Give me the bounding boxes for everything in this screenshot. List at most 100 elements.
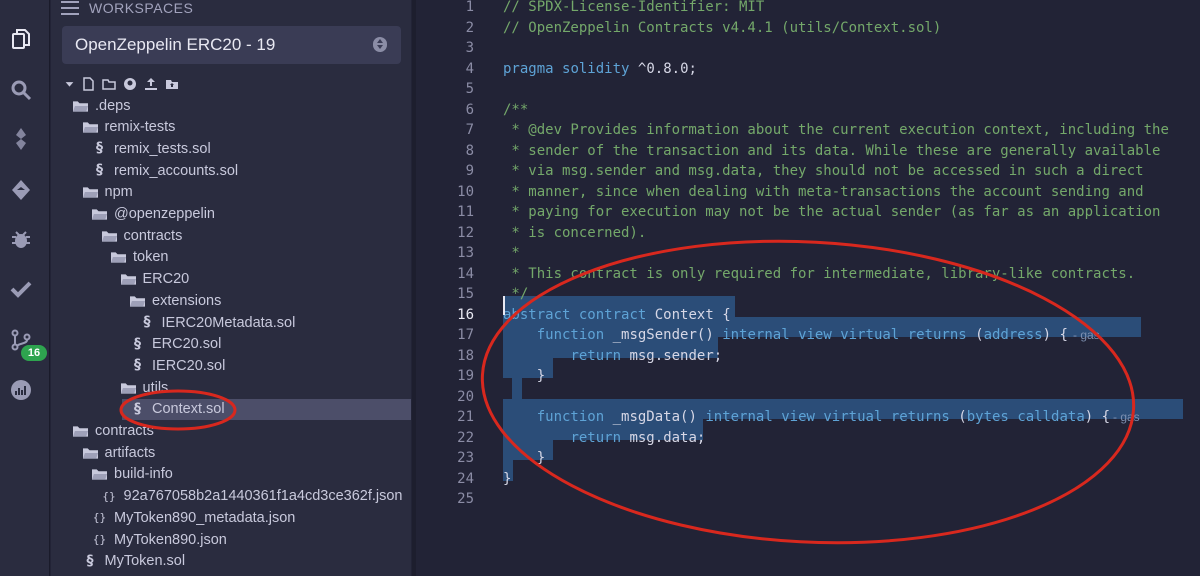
tree-folder[interactable]: utils	[120, 377, 169, 398]
line-number: 19	[457, 368, 474, 384]
solidity-file-icon: §	[134, 400, 141, 417]
solidity-file-icon: §	[96, 162, 103, 179]
line-number: 17	[457, 327, 474, 343]
tree-folder[interactable]: ERC20	[120, 269, 190, 290]
folder-open-icon	[82, 445, 98, 460]
tree-file[interactable]: § MyToken.sol	[83, 551, 186, 572]
tree-folder[interactable]: extensions	[130, 290, 221, 311]
solidity-compiler-icon[interactable]	[8, 126, 34, 152]
tree-file[interactable]: {} 92a767058b2a1440361f1a4cd3ce362f.json	[102, 486, 402, 507]
line-number: 10	[457, 183, 474, 200]
line-number: 8	[465, 142, 474, 159]
line-number: 3	[465, 40, 474, 56]
line-number: 14	[457, 265, 474, 282]
unit-testing-icon[interactable]	[8, 276, 34, 302]
line-number: 22	[457, 429, 474, 446]
tree-item-label: IERC20Metadata.sol	[161, 314, 296, 331]
code-line: * manner, since when dealing with meta-t…	[503, 183, 1144, 200]
tree-item-label: extensions	[152, 292, 222, 309]
code-line: return msg.sender;	[570, 347, 723, 364]
search-icon[interactable]	[8, 77, 34, 103]
debugger-icon[interactable]	[8, 226, 34, 252]
code-line: pragma solidity ^0.8.0;	[503, 60, 697, 77]
line-number: 1	[465, 0, 474, 15]
code-line: function _msgData() internal view virtua…	[536, 409, 1111, 425]
tree-file[interactable]: § Context.sol	[122, 398, 411, 420]
code-line: *	[503, 245, 520, 261]
workspaces-title: WORKSPACES	[89, 0, 194, 16]
hamburger-menu-icon[interactable]	[61, 1, 79, 15]
tree-item-label: .deps	[95, 97, 131, 114]
folder-open-icon	[73, 98, 88, 113]
tree-item-label: token	[133, 249, 169, 266]
tree-item-label: utils	[142, 379, 169, 396]
workspace-select[interactable]: OpenZeppelin ERC20 - 19	[62, 26, 401, 64]
new-file-icon[interactable]	[81, 77, 95, 91]
line-number: 16	[457, 306, 474, 323]
line-number: 13	[457, 245, 474, 261]
tree-folder[interactable]: @openzeppelin	[92, 204, 215, 225]
folder-open-icon	[120, 272, 136, 287]
folder-open-icon	[92, 467, 107, 482]
json-file-icon: {}	[92, 511, 107, 525]
tree-file[interactable]: {} MyToken890_metadata.json	[92, 507, 296, 528]
line-number: 20	[457, 388, 474, 405]
tree-item-label: ERC20	[142, 271, 190, 288]
tree-file[interactable]: § remix_tests.sol	[92, 138, 211, 159]
tree-file[interactable]: § IERC20.sol	[130, 355, 225, 376]
code-line: * paying for execution may not be the ac…	[503, 204, 1161, 220]
tree-item-label: Context.sol	[152, 401, 225, 418]
solidity-file-icon: §	[96, 140, 103, 157]
tree-folder[interactable]: build-info	[92, 464, 173, 485]
select-arrows-icon	[373, 37, 387, 52]
line-number: 4	[465, 60, 474, 77]
line-number: 7	[465, 122, 474, 138]
github-icon[interactable]	[123, 77, 137, 91]
tree-folder[interactable]: artifacts	[82, 442, 155, 463]
line-number: 21	[457, 409, 474, 425]
analytics-icon[interactable]	[8, 377, 34, 403]
folder-open-icon	[92, 207, 107, 222]
new-folder-icon[interactable]	[102, 77, 116, 91]
line-number: 25	[457, 491, 474, 507]
line-number: 18	[457, 347, 474, 364]
tree-item-label: contracts	[123, 227, 183, 244]
icon-rail: 16	[0, 0, 50, 576]
upload-icon[interactable]	[144, 77, 158, 91]
tree-folder[interactable]: npm	[82, 182, 133, 203]
solidity-file-icon: §	[143, 314, 151, 330]
tree-item-label: MyToken890_metadata.json	[114, 509, 296, 526]
deploy-run-icon[interactable]	[8, 177, 34, 203]
json-file-icon: {}	[92, 533, 107, 546]
folder-open-icon	[120, 380, 136, 395]
code-editor[interactable]: 1 // SPDX-License-Identifier: MIT 2 // Open…	[416, 0, 1200, 576]
tree-file[interactable]: § IERC20Metadata.sol	[140, 312, 296, 333]
file-explorer-icon[interactable]	[8, 26, 34, 52]
caret-down-icon[interactable]	[65, 77, 74, 91]
tree-item-label: ERC20.sol	[152, 336, 222, 353]
line-number: 2	[465, 19, 474, 36]
folder-open-icon	[130, 293, 145, 308]
code-line: */	[503, 286, 529, 302]
tree-folder[interactable]: remix-tests	[82, 117, 175, 138]
code-line: function _msgSender() internal view virt…	[536, 327, 1068, 343]
tree-folder[interactable]: contracts	[101, 225, 183, 246]
tree-folder[interactable]: token	[111, 247, 168, 268]
tree-folder[interactable]: .deps	[73, 95, 130, 116]
line-number: 11	[457, 204, 474, 220]
code-line: * sender of the transaction and its data…	[503, 142, 1161, 159]
folder-open-icon	[101, 228, 117, 243]
code-line: // SPDX-License-Identifier: MIT	[503, 0, 765, 15]
tree-item-label: npm	[104, 184, 133, 201]
upload-folder-icon[interactable]	[165, 77, 179, 91]
code-line: }	[536, 368, 546, 384]
tree-file[interactable]: {} MyToken890.json	[92, 529, 227, 550]
solidity-file-icon: §	[86, 552, 94, 569]
gas-estimate-hint: - gas	[1073, 328, 1100, 342]
tree-file[interactable]: § remix_accounts.sol	[92, 160, 238, 181]
git-changes-badge: 16	[21, 345, 47, 361]
folder-open-icon	[82, 185, 98, 200]
tree-folder[interactable]: contracts	[73, 421, 154, 442]
code-line: // OpenZeppelin Contracts v4.4.1 (utils/…	[503, 19, 942, 36]
tree-file[interactable]: § ERC20.sol	[130, 334, 221, 355]
